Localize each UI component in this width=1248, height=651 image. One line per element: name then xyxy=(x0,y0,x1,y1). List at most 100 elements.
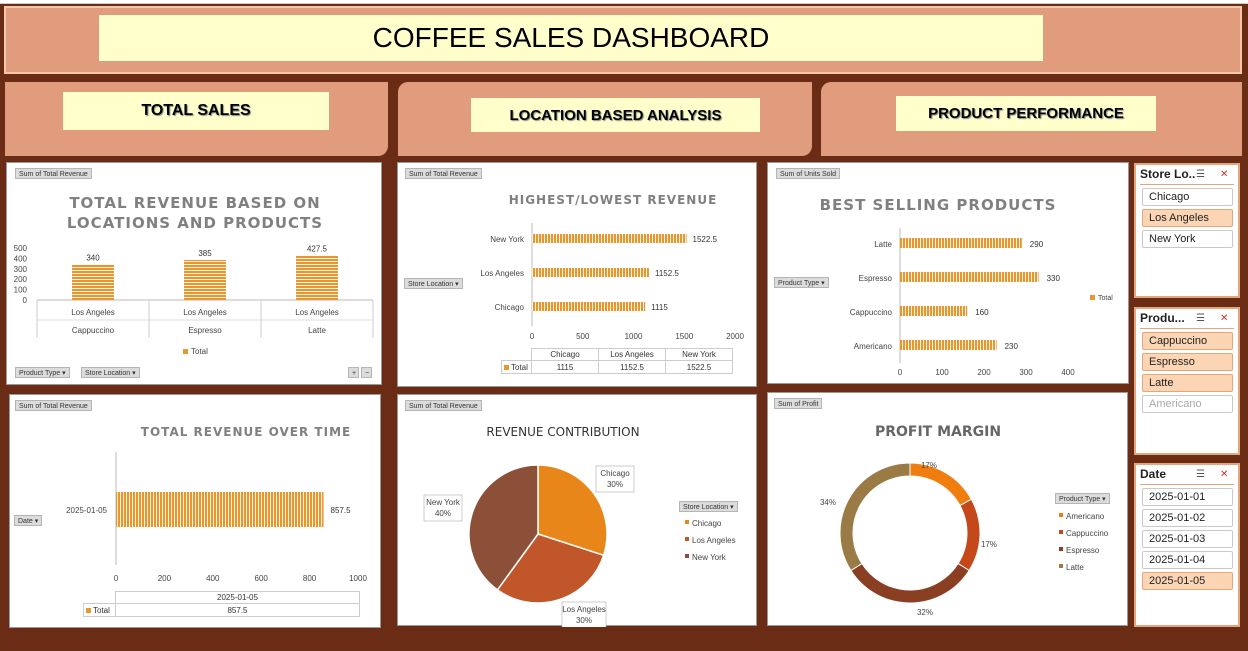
data-label: 290 xyxy=(1030,240,1044,249)
data-label: 1522.5 xyxy=(693,235,718,244)
chart-plot: 500400 300200 1000 340 Los Angeles Cappuccino… xyxy=(14,244,374,338)
filter-store-location[interactable]: Store Location ▾ xyxy=(81,367,140,378)
bar xyxy=(116,492,324,527)
x-tick-label: Los Angeles xyxy=(183,308,227,317)
y-tick-label: New York xyxy=(490,235,525,244)
row-header: Total xyxy=(83,603,116,617)
clear-filter-icon[interactable]: ✕ xyxy=(1220,313,1228,324)
data-label: 857.5 xyxy=(331,506,352,515)
data-label: 17% xyxy=(921,461,937,470)
donut-slice xyxy=(909,462,973,507)
slicer-header: Store Lo... xyxy=(1140,167,1196,181)
filter-product-type[interactable]: Product Type ▾ xyxy=(15,367,70,378)
donut-slice xyxy=(839,462,911,572)
x-tick-label: 100 xyxy=(935,368,949,377)
multi-select-icon[interactable]: ☰ xyxy=(1196,313,1205,324)
slicer-divider xyxy=(1140,328,1234,329)
x-tick-label: 1500 xyxy=(675,332,693,341)
legend-swatch xyxy=(1059,547,1063,551)
slicer-item[interactable]: 2025-01-05 xyxy=(1142,572,1233,590)
x-group-label: Cappuccino xyxy=(72,326,115,335)
chart-best-selling-products[interactable]: Sum of Units Sold BEST SELLING PRODUCTS … xyxy=(767,162,1129,384)
table-cell: 857.5 xyxy=(115,603,360,617)
chart-plot: 17% 17% 32% 34% Americano Cappuccino Espresso L… xyxy=(820,461,1109,617)
y-tick-label: Americano xyxy=(854,342,893,351)
table-cell: 1522.5 xyxy=(665,360,733,374)
table-row: Total 1115 1152.5 1522.5 xyxy=(501,360,733,374)
chart-title-line1: TOTAL REVENUE BASED ON xyxy=(69,194,321,212)
slicer-item[interactable]: Cappuccino xyxy=(1142,332,1233,350)
clear-filter-icon[interactable]: ✕ xyxy=(1220,169,1228,180)
bar xyxy=(900,272,1039,282)
x-tick-label: Los Angeles xyxy=(71,308,115,317)
filter-store-location[interactable]: Store Location ▾ xyxy=(679,501,738,512)
data-callout-category: New York xyxy=(426,498,461,507)
chart-title: TOTAL REVENUE OVER TIME xyxy=(140,425,352,439)
multi-select-icon[interactable]: ☰ xyxy=(1196,169,1205,180)
field-button[interactable]: Sum of Units Sold xyxy=(776,168,841,179)
bar xyxy=(72,264,114,300)
table-row: Chicago Los Angeles New York xyxy=(502,348,733,361)
bar xyxy=(532,234,687,243)
slicer-item[interactable]: 2025-01-03 xyxy=(1142,530,1233,548)
slicer-item[interactable]: 2025-01-01 xyxy=(1142,488,1233,506)
x-tick-label: 500 xyxy=(576,332,590,341)
legend-label: Espresso xyxy=(1066,546,1100,555)
clear-filter-icon[interactable]: ✕ xyxy=(1220,469,1228,480)
legend-label: Los Angeles xyxy=(692,536,736,545)
section-total-sales-label: TOTAL SALES xyxy=(63,92,329,130)
x-tick-label: 400 xyxy=(206,574,220,583)
x-tick-label: 1000 xyxy=(349,574,367,583)
table-header: New York xyxy=(665,348,733,361)
slicer-item[interactable]: New York xyxy=(1142,230,1233,248)
slicer-item[interactable]: Latte xyxy=(1142,374,1233,392)
expand-button[interactable]: + xyxy=(348,367,359,378)
dashboard-title: COFFEE SALES DASHBOARD xyxy=(99,15,1043,61)
table-header: Chicago xyxy=(531,348,599,361)
slicer-item[interactable]: Espresso xyxy=(1142,353,1233,371)
y-tick-label: 500 xyxy=(14,244,28,253)
x-tick-label: 0 xyxy=(530,332,535,341)
field-button[interactable]: Sum of Total Revenue xyxy=(15,400,92,411)
y-tick-label: 0 xyxy=(23,296,28,305)
x-tick-label: 600 xyxy=(255,574,269,583)
data-label: 330 xyxy=(1047,274,1061,283)
chart-profit-margin[interactable]: Sum of Profit PROFIT MARGIN 17% 17% 32% 34%… xyxy=(767,392,1128,626)
field-button[interactable]: Sum of Total Revenue xyxy=(15,168,92,179)
legend-label: Latte xyxy=(1066,563,1084,572)
collapse-button[interactable]: − xyxy=(361,367,372,378)
section-product-label: PRODUCT PERFORMANCE xyxy=(896,96,1156,131)
x-tick-label: 2000 xyxy=(726,332,744,341)
chart-highest-lowest-revenue[interactable]: Sum of Total Revenue HIGHEST/LOWEST REVE… xyxy=(397,162,757,387)
slicer-item[interactable]: 2025-01-02 xyxy=(1142,509,1233,527)
slicer-header: Date xyxy=(1140,467,1167,481)
legend-swatch xyxy=(1059,513,1063,517)
bar xyxy=(900,238,1022,248)
data-table: 2025-01-05 Total 857.5 xyxy=(83,591,360,617)
field-button[interactable]: Sum of Total Revenue xyxy=(405,168,482,179)
multi-select-icon[interactable]: ☰ xyxy=(1196,469,1205,480)
legend-swatch xyxy=(685,554,689,558)
bar xyxy=(532,302,646,311)
x-tick-label: Los Angeles xyxy=(295,308,339,317)
data-label: 34% xyxy=(820,498,836,507)
data-label: 427.5 xyxy=(307,245,328,254)
filter-product-type[interactable]: Product Type ▾ xyxy=(1055,493,1110,504)
data-callout-value: 40% xyxy=(435,509,451,518)
chart-title: TOTAL REVENUE BASED ON LOCATIONS AND PRO… xyxy=(7,193,383,233)
chart-revenue-contribution[interactable]: Sum of Total Revenue REVENUE CONTRIBUTIO… xyxy=(397,394,757,627)
dashboard-frame: COFFEE SALES DASHBOARD TOTAL SALES LOCAT… xyxy=(0,0,1248,651)
slicer-item[interactable]: Chicago xyxy=(1142,188,1233,206)
slicer-item[interactable]: 2025-01-04 xyxy=(1142,551,1233,569)
slicer-item[interactable]: Los Angeles xyxy=(1142,209,1233,227)
x-tick-label: 0 xyxy=(898,368,903,377)
chart-revenue-over-time[interactable]: Sum of Total Revenue TOTAL REVENUE OVER … xyxy=(9,394,381,628)
slicer[interactable]: Date ☰ ✕ 2025-01-01 2025-01-02 2025-01-03 2025… xyxy=(1134,463,1240,627)
chart-revenue-by-location-product[interactable]: Sum of Total Revenue TOTAL REVENUE BASED… xyxy=(6,162,382,385)
bar xyxy=(296,255,338,300)
x-group-label: Latte xyxy=(308,326,326,335)
slicer[interactable]: Store Lo... ☰ ✕ Chicago Los Angeles New York xyxy=(1134,163,1240,298)
slicer-item[interactable]: Americano xyxy=(1142,395,1233,413)
slicer[interactable]: Produ... ☰ ✕ Cappuccino Espresso Latte America… xyxy=(1134,307,1240,455)
data-label: 230 xyxy=(1005,342,1019,351)
